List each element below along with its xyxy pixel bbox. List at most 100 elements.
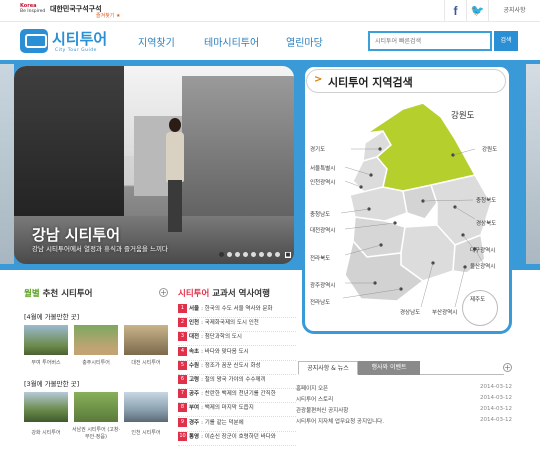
news-more-plus-icon[interactable]: + [503, 363, 512, 372]
thumb-chungju[interactable] [74, 325, 118, 355]
history-item-number: 9 [178, 417, 187, 427]
history-list-item[interactable]: 6 고령: 철의 왕국 가야의 수수께끼 [178, 375, 296, 389]
decor-building-left [0, 64, 14, 264]
nav-region-search[interactable]: 지역찾기 [138, 34, 175, 49]
thumb-seonam[interactable] [74, 392, 118, 422]
bus-logo-icon[interactable] [20, 29, 48, 53]
facebook-icon[interactable]: f [444, 0, 466, 22]
slide-dot[interactable] [251, 252, 256, 257]
news-item-date: 2014-03-12 [480, 395, 512, 401]
thumb-label-ganghwa[interactable]: 강화 시티투어 [21, 429, 71, 436]
history-list-item[interactable]: 9 경주: 기를 같는 덕분에 [178, 417, 296, 432]
brand-title[interactable]: 대한민국구석구석 [50, 4, 102, 14]
map-label-jeonbuk[interactable]: 전라북도 [310, 254, 330, 262]
history-list-item[interactable]: 2 인천: 국제화국제의 도시 인천 [178, 318, 296, 333]
site-logo-subtitle: City Tour Guide [55, 48, 97, 53]
map-label-gwangju[interactable]: 광주광역시 [310, 281, 335, 289]
history-list-item[interactable]: 10 통영: 이순신 장군이 호령하던 바다와 [178, 431, 296, 446]
slide-dot[interactable] [227, 252, 232, 257]
slide-dot[interactable] [275, 252, 280, 257]
history-item-desc: : 첨단과학의 도시 [201, 334, 242, 341]
history-item-desc: : 기를 같는 덕분에 [201, 419, 244, 426]
map-title-bar: > 시티투어 지역검색 [302, 66, 512, 94]
nav-theme-citytour[interactable]: 테마시티투어 [204, 34, 259, 49]
history-list-item[interactable]: 4 속초: 바다와 맞다음 도시 [178, 346, 296, 361]
map-label-jeju[interactable]: 제주도 [470, 295, 485, 303]
thumb-ganghwa[interactable] [24, 392, 68, 422]
history-item-desc: : 백제의 마지막 도읍지 [201, 405, 254, 412]
march-heading: [3월에 가볼만한 곳] [24, 380, 80, 388]
map-label-gyeongnam[interactable]: 경상남도 [400, 308, 420, 316]
slide-dot[interactable] [243, 252, 248, 257]
site-logo-text[interactable]: 시티투어 [52, 28, 107, 49]
history-item-number: 3 [178, 332, 187, 342]
twitter-icon[interactable]: 🐦 [466, 0, 488, 22]
thumb-label-buyeo[interactable]: 부여 투어버스 [21, 359, 71, 366]
history-item-number: 1 [178, 304, 187, 313]
slide-dot[interactable] [267, 252, 272, 257]
history-list-item[interactable]: 3 대전: 첨단과학의 도시 [178, 332, 296, 347]
news-list-item[interactable]: 홈페이지 오픈 2014-03-12 [296, 384, 512, 393]
map-label-incheon[interactable]: 인천광역시 [310, 178, 335, 186]
notice-top-link[interactable]: 공지사항 [488, 0, 540, 22]
slide-dot[interactable] [219, 252, 224, 257]
korea-be-inspired-logo[interactable]: Korea Be Inspired [20, 3, 48, 19]
site-header: 시티투어 City Tour Guide 지역찾기 테마시티투어 열린마당 검색 [0, 22, 540, 60]
map-label-seoul[interactable]: 서울특별시 [310, 164, 335, 172]
thumb-label-seonam[interactable]: 서남권 시티투어 (고창·부안·정읍) [71, 426, 121, 440]
history-item-city: 부여 [189, 405, 200, 412]
map-highlight-label: 강원도 [451, 111, 475, 121]
map-label-busan[interactable]: 부산광역시 [432, 308, 457, 316]
history-list-item[interactable]: 1 서울: 한국의 수도 서울 역사와 문화 [178, 304, 296, 318]
slide-dot[interactable] [235, 252, 240, 257]
news-item-title: 시티투어 지자체 업무요청 공지입니다. [296, 419, 384, 425]
history-item-number: 2 [178, 318, 187, 328]
map-label-gangwon[interactable]: 강원도 [482, 145, 497, 153]
hero-person [164, 118, 186, 238]
news-item-title: 홈페이지 오픈 [296, 386, 329, 392]
search-button[interactable]: 검색 [494, 31, 518, 51]
news-item-date: 2014-03-12 [480, 406, 512, 412]
slide-dot[interactable] [259, 252, 264, 257]
slide-stop-icon[interactable]: ■ [285, 252, 291, 258]
monthly-more-plus-icon[interactable]: + [159, 288, 168, 297]
map-title: 시티투어 지역검색 [328, 76, 413, 89]
nav-open-forum[interactable]: 열린마당 [286, 34, 323, 49]
hero-description: 강남 시티투어에서 열정과 휴식과 즐거움을 느끼다 [32, 245, 168, 253]
thumb-incheon[interactable] [124, 392, 168, 422]
history-list-item[interactable]: 5 수원: 정조가 꿈꾼 신도시 화성 [178, 360, 296, 375]
history-item-city: 경주 [189, 419, 200, 426]
thumb-label-daejeon[interactable]: 대전 시티투어 [121, 359, 171, 366]
history-item-number: 10 [178, 431, 187, 441]
history-item-desc: : 찬란한 백제의 천년기를 간직한 [201, 391, 276, 398]
map-label-chungnam[interactable]: 충청남도 [310, 210, 330, 218]
korea-logo-slogan: Be Inspired [20, 9, 46, 14]
history-item-number: 5 [178, 360, 187, 370]
news-list-item[interactable]: 관광불편처신 공지사항 2014-03-12 [296, 406, 512, 415]
map-label-gyeonggi[interactable]: 경기도 [310, 145, 325, 153]
map-region-chungnam[interactable] [349, 186, 408, 222]
map-label-daejeon[interactable]: 대전광역시 [310, 226, 335, 234]
news-list-item[interactable]: 시티투어 스토리 2014-03-12 [296, 395, 512, 404]
map-label-ulsan[interactable]: 울산광역시 [470, 262, 495, 270]
map-label-daegu[interactable]: 대구광역시 [470, 246, 495, 254]
thumb-label-chungju[interactable]: 충주시티투어 [71, 359, 121, 366]
history-item-number: 6 [178, 375, 187, 384]
news-list-item[interactable]: 시티투어 지자체 업무요청 공지입니다. 2014-03-12 [296, 417, 512, 426]
history-list-item[interactable]: 7 공주: 찬란한 백제의 천년기를 간직한 [178, 389, 296, 404]
thumb-label-incheon[interactable]: 인천 시티투어 [121, 429, 171, 436]
history-item-desc: : 바다와 맞다음 도시 [201, 348, 249, 355]
map-label-chungbuk[interactable]: 충청북도 [476, 196, 496, 204]
quick-search-input[interactable] [370, 33, 490, 49]
history-item-number: 4 [178, 346, 187, 356]
slide-indicator: ■ [219, 252, 291, 258]
history-list-item[interactable]: 8 부여: 백제의 마지막 도읍지 [178, 403, 296, 418]
favorite-link[interactable]: 즐겨찾기 ★ [96, 12, 120, 19]
thumb-daejeon[interactable] [124, 325, 168, 355]
thumb-buyeo[interactable] [24, 325, 68, 355]
tab-notice-news[interactable]: 공지사항 & 뉴스 [298, 361, 358, 375]
tab-events[interactable]: 행사와 이벤트 [358, 361, 420, 375]
map-label-gyeongbuk[interactable]: 경상북도 [476, 219, 496, 227]
map-label-jeonnam[interactable]: 전라남도 [310, 298, 330, 306]
news-item-date: 2014-03-12 [480, 384, 512, 390]
